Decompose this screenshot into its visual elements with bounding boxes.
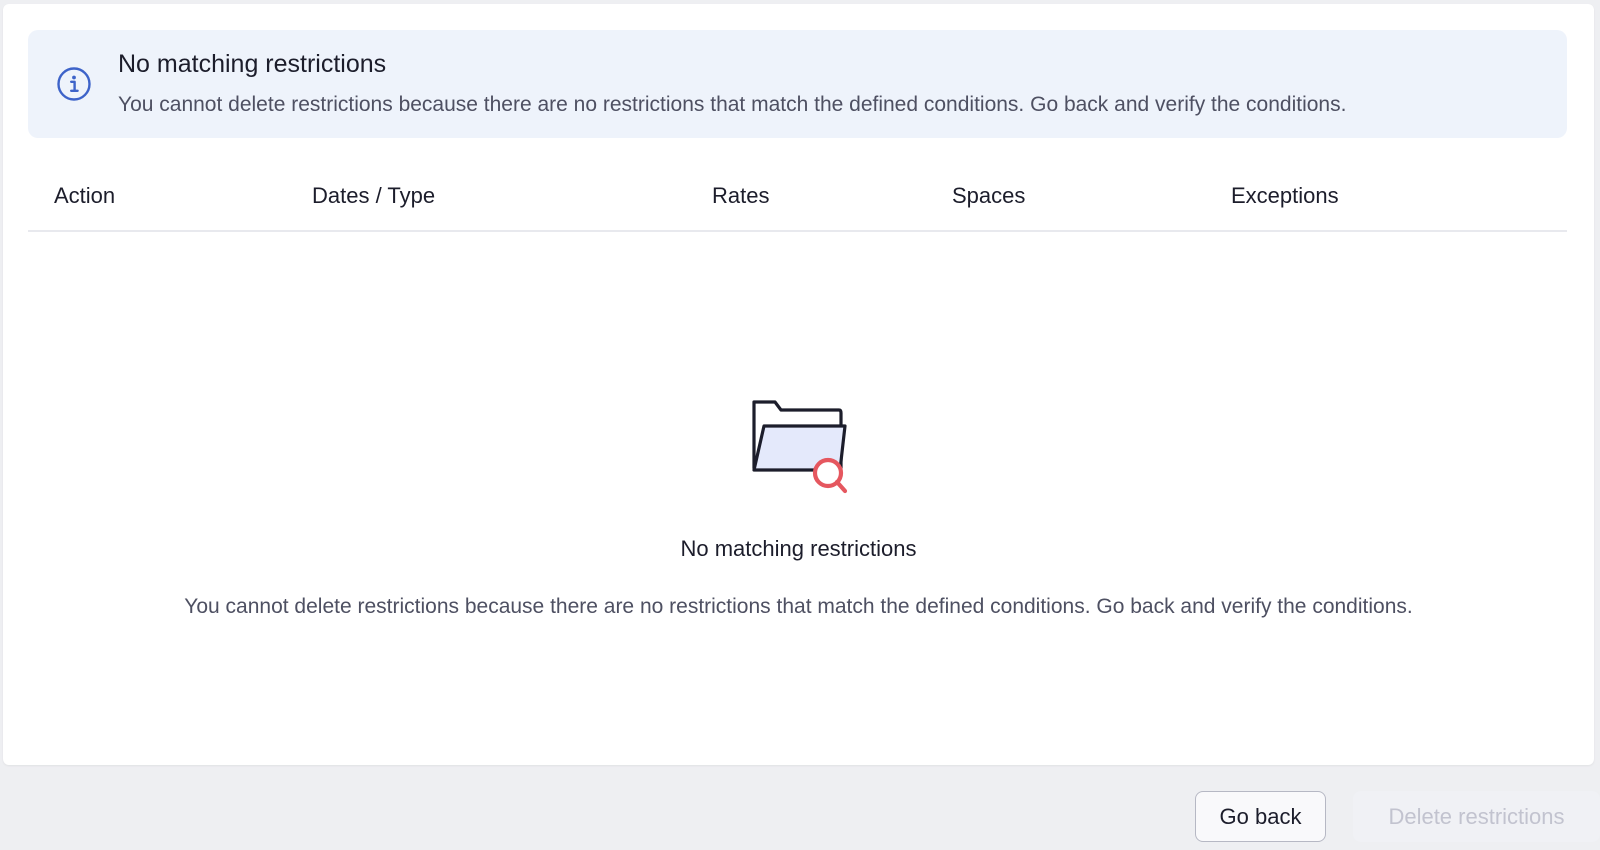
banner-message: You cannot delete restrictions because t… (118, 93, 1347, 116)
go-back-button[interactable]: Go back (1195, 791, 1326, 842)
banner-title: No matching restrictions (118, 50, 387, 78)
column-header-rates: Rates (712, 183, 770, 208)
column-header-dates-type: Dates / Type (312, 183, 436, 208)
info-banner: No matching restrictions You cannot dele… (28, 30, 1567, 138)
column-header-action: Action (54, 183, 116, 208)
empty-state-title: No matching restrictions (680, 536, 917, 561)
empty-state-message: You cannot delete restrictions because t… (184, 595, 1413, 618)
column-header-exceptions: Exceptions (1231, 183, 1339, 208)
restrictions-panel: No matching restrictions You cannot dele… (3, 4, 1594, 765)
table-header: Action Dates / Type Rates Spaces Excepti… (28, 164, 1567, 232)
column-header-spaces: Spaces (952, 183, 1026, 208)
info-icon (57, 67, 91, 101)
delete-restrictions-button[interactable]: Delete restrictions (1353, 791, 1600, 842)
folder-search-icon (752, 400, 848, 494)
empty-state: No matching restrictions You cannot dele… (3, 394, 1594, 634)
